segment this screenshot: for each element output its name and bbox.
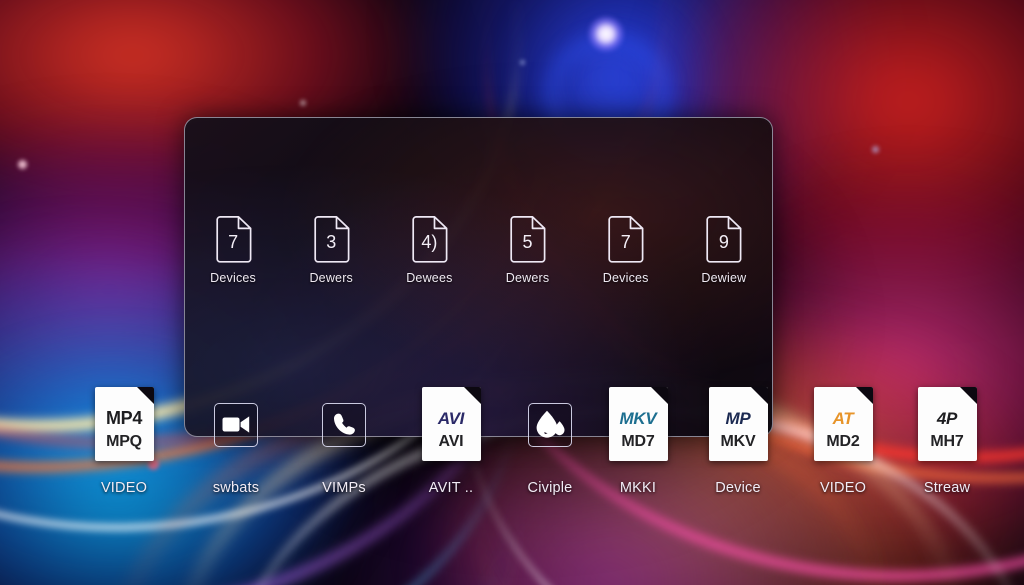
mkv-file-icon[interactable]: MKV MD7 xyxy=(608,386,668,461)
format-item[interactable]: AT MD2 VIDEO xyxy=(793,386,893,496)
device-item[interactable]: 7 Devices xyxy=(188,216,278,285)
device-label: Dewiew xyxy=(701,271,747,285)
device-icon-row: 7 Devices 3 Dewers 4) Dewees 5 Dewers 7 Devices 9 D… xyxy=(184,216,773,296)
lens-flare-core xyxy=(588,16,624,52)
file-format-top: MKV xyxy=(619,408,657,428)
device-item[interactable]: 4) Dewees xyxy=(384,216,474,285)
device-label: Devices xyxy=(210,271,256,285)
format-item[interactable]: swbats xyxy=(186,402,286,496)
document-outline-icon: 7 xyxy=(607,216,644,263)
format-label: Civiple xyxy=(527,479,573,496)
bokeh-spark xyxy=(18,160,27,169)
device-item[interactable]: 9 Dewiew xyxy=(679,216,769,285)
file-format-top: MP4 xyxy=(105,408,143,428)
wallpaper-background: 7 Devices 3 Dewers 4) Dewees 5 Dewers 7 Devices 9 D… xyxy=(0,0,1024,585)
bokeh-spark xyxy=(872,146,879,153)
file-format-top: MP xyxy=(725,408,751,428)
bokeh-spark xyxy=(520,60,525,65)
document-outline-icon: 7 xyxy=(215,216,252,263)
bokeh-spark xyxy=(300,100,306,106)
format-item[interactable]: MP MKV Device xyxy=(688,386,788,496)
device-count: 4) xyxy=(421,232,438,252)
format-item[interactable]: Civiple xyxy=(500,402,600,496)
water-drop-icon[interactable] xyxy=(528,402,572,447)
device-count: 3 xyxy=(326,232,337,252)
format-label: VIDEO xyxy=(819,479,867,496)
format-label: VIMPs xyxy=(322,479,366,496)
device-label: Dewers xyxy=(505,271,550,285)
phone-icon[interactable] xyxy=(322,402,366,447)
device-count: 5 xyxy=(522,232,533,252)
file-format-bottom: MPQ xyxy=(106,433,142,450)
mp4-file-icon[interactable]: MP4 MPQ xyxy=(94,386,154,461)
device-item[interactable]: 5 Dewers xyxy=(483,216,573,285)
device-label: Dewers xyxy=(309,271,354,285)
device-count: 7 xyxy=(620,232,631,252)
file-format-bottom: MKV xyxy=(720,432,756,450)
format-item[interactable]: 4P MH7 Streaw xyxy=(897,386,997,496)
file-format-top: 4P xyxy=(936,408,958,428)
camcorder-icon[interactable] xyxy=(214,402,258,447)
document-outline-icon: 4) xyxy=(411,216,448,263)
device-item[interactable]: 3 Dewers xyxy=(286,216,376,285)
device-count: 9 xyxy=(718,232,729,252)
file-format-bottom: MD7 xyxy=(621,432,655,450)
format-label: AVIT .. xyxy=(428,479,474,496)
document-outline-icon: 5 xyxy=(509,216,546,263)
format-label: VIDEO xyxy=(100,479,148,496)
format-label: Device xyxy=(715,479,761,496)
at-file-icon[interactable]: AT MD2 xyxy=(813,386,873,461)
file-format-top: AT xyxy=(832,408,854,428)
mp-file-icon[interactable]: MP MKV xyxy=(708,386,768,461)
device-count: 7 xyxy=(228,232,239,252)
device-label: Devices xyxy=(602,271,649,285)
format-item[interactable]: VIMPs xyxy=(294,402,394,496)
format-item[interactable]: AVI AVI AVIT .. xyxy=(401,386,501,496)
device-label: Dewees xyxy=(406,271,453,285)
file-format-bottom: AVI xyxy=(438,432,464,450)
format-label: Streaw xyxy=(923,479,971,496)
device-item[interactable]: 7 Devices xyxy=(581,216,671,285)
file-format-bottom: MD2 xyxy=(826,432,860,450)
format-label: swbats xyxy=(212,479,260,496)
format-label: MKKI xyxy=(619,479,657,496)
4p-file-icon[interactable]: 4P MH7 xyxy=(917,386,977,461)
format-icon-row: MP4 MPQ VIDEO swbats VIMPs AVI AVI AVIT .. Civip… xyxy=(0,355,1024,495)
file-format-top: AVI xyxy=(437,408,465,428)
file-format-bottom: MH7 xyxy=(930,432,964,450)
document-outline-icon: 9 xyxy=(705,216,742,263)
format-item[interactable]: MP4 MPQ VIDEO xyxy=(74,386,174,496)
format-item[interactable]: MKV MD7 MKKI xyxy=(588,386,688,496)
avi-file-icon[interactable]: AVI AVI xyxy=(421,386,481,461)
document-outline-icon: 3 xyxy=(313,216,350,263)
